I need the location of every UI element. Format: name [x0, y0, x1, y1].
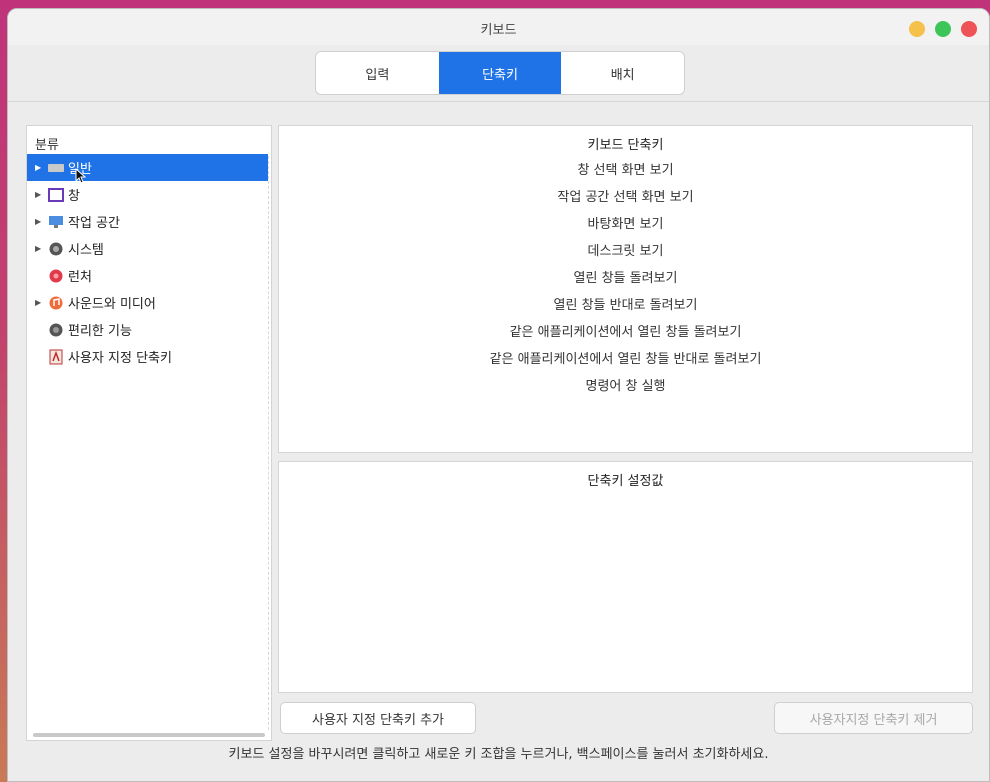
list-item[interactable]: 열린 창들 돌려보기: [279, 265, 972, 292]
list-item[interactable]: 데스크릿 보기: [279, 238, 972, 265]
sidebar-item-label: 사운드와 미디어: [68, 297, 156, 312]
expand-arrow-icon[interactable]: ▶: [35, 163, 47, 172]
list-item[interactable]: 열린 창들 반대로 돌려보기: [279, 292, 972, 319]
list-item[interactable]: 바탕화면 보기: [279, 211, 972, 238]
sidebar-item-custom-shortcut[interactable]: ▶ 사용자 지정 단축키: [27, 343, 271, 370]
sound-media-icon: [47, 296, 65, 310]
shortcut-values-panel[interactable]: 단축키 설정값: [278, 461, 973, 693]
list-item[interactable]: 같은 애플리케이션에서 열린 창들 반대로 돌려보기: [279, 346, 972, 373]
sidebar-item-sound-media[interactable]: ▶ 사운드와 미디어: [27, 289, 271, 316]
category-tree: ▶ 일반 ▶ 창 ▶ 작업 공간 ▶ 시스템 런처 ▶ 사운드와 미디어 편리한…: [27, 154, 271, 370]
keyboard-shortcuts-panel: 키보드 단축키 창 선택 화면 보기 작업 공간 선택 화면 보기 바탕화면 보…: [278, 125, 973, 453]
sidebar-item-label: 시스템: [68, 243, 104, 258]
sidebar-item-workspace[interactable]: ▶ 작업 공간: [27, 208, 271, 235]
window-title: 키보드: [480, 23, 517, 38]
keyboard-settings-window: 키보드 입력 단축키 배치 분류 ▶ 일반 ▶ 창 ▶ 작업 공간 ▶ 시스템 …: [7, 8, 990, 782]
sidebar-item-label: 작업 공간: [68, 216, 120, 231]
sidebar-horizontal-scrollbar[interactable]: [33, 733, 265, 737]
sidebar-item-label: 편리한 기능: [68, 324, 132, 339]
launcher-icon: [47, 269, 65, 283]
sidebar-item-system[interactable]: ▶ 시스템: [27, 235, 271, 262]
sidebar-item-window[interactable]: ▶ 창: [27, 181, 271, 208]
remove-custom-shortcut-button[interactable]: 사용자지정 단축키 제거: [774, 702, 973, 734]
maximize-button[interactable]: [935, 21, 951, 37]
category-header: 분류: [35, 138, 59, 153]
expand-arrow-icon[interactable]: ▶: [35, 298, 47, 307]
list-item[interactable]: 명령어 창 실행: [279, 373, 972, 400]
values-panel-title: 단축키 설정값: [587, 474, 664, 489]
title-bar[interactable]: 키보드: [8, 9, 989, 45]
custom-shortcut-icon: [47, 349, 65, 364]
minimize-button[interactable]: [909, 21, 925, 37]
list-item[interactable]: 창 선택 화면 보기: [279, 157, 972, 184]
tab-shortcuts[interactable]: 단축키: [438, 52, 562, 94]
hint-text: 키보드 설정을 바꾸시려면 클릭하고 새로운 키 조합을 누르거나, 백스페이스…: [228, 747, 769, 762]
expand-arrow-icon[interactable]: ▶: [35, 190, 47, 199]
window-icon: [47, 187, 65, 202]
add-custom-shortcut-button[interactable]: 사용자 지정 단축키 추가: [280, 702, 476, 734]
shortcut-list: 창 선택 화면 보기 작업 공간 선택 화면 보기 바탕화면 보기 데스크릿 보…: [279, 157, 972, 400]
tab-bar: 입력 단축키 배치: [315, 51, 685, 95]
sidebar-splitter[interactable]: [268, 156, 269, 730]
sidebar-item-general[interactable]: ▶ 일반: [27, 154, 268, 184]
category-sidebar: 분류 ▶ 일반 ▶ 창 ▶ 작업 공간 ▶ 시스템 런처 ▶ 사운드와 미디어 …: [26, 125, 272, 741]
close-button[interactable]: [961, 21, 977, 37]
sidebar-item-label: 창: [68, 189, 80, 204]
window-controls: [909, 21, 977, 37]
sidebar-item-accessibility[interactable]: ▶ 편리한 기능: [27, 316, 271, 343]
general-icon: [47, 161, 65, 175]
system-icon: [47, 242, 65, 256]
tab-layout[interactable]: 배치: [561, 52, 684, 94]
sidebar-item-label: 런처: [68, 270, 92, 285]
workspace-icon: [47, 215, 65, 229]
expand-arrow-icon[interactable]: ▶: [35, 244, 47, 253]
sidebar-item-label: 사용자 지정 단축키: [68, 351, 172, 366]
shortcuts-panel-title: 키보드 단축키: [587, 138, 664, 153]
list-item[interactable]: 작업 공간 선택 화면 보기: [279, 184, 972, 211]
divider: [8, 101, 989, 102]
list-item[interactable]: 같은 애플리케이션에서 열린 창들 돌려보기: [279, 319, 972, 346]
sidebar-item-launcher[interactable]: ▶ 런처: [27, 262, 271, 289]
tab-input[interactable]: 입력: [316, 52, 439, 94]
accessibility-icon: [47, 323, 65, 337]
expand-arrow-icon[interactable]: ▶: [35, 217, 47, 226]
